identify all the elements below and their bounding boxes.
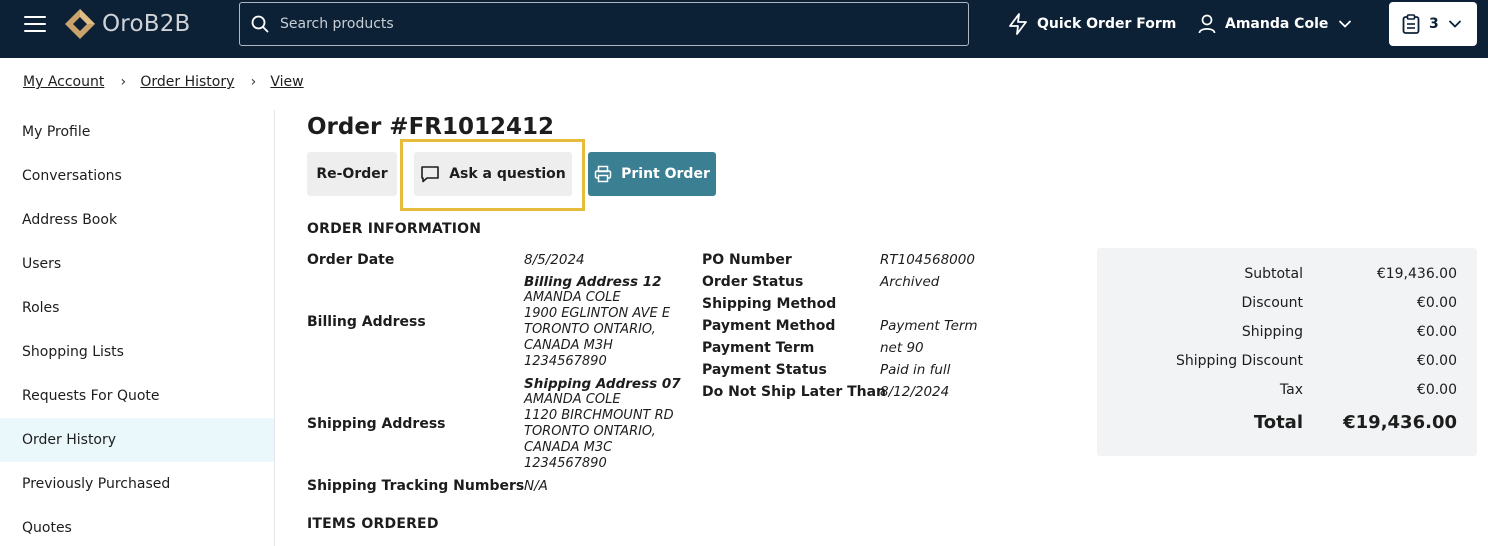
shipping-method-label: Shipping Method: [702, 296, 837, 312]
user-icon: [1198, 14, 1216, 34]
sidebar-item-address-book[interactable]: Address Book: [0, 198, 274, 242]
sidebar-item-quotes[interactable]: Quotes: [0, 506, 274, 546]
payment-term-label: Payment Term: [702, 340, 815, 356]
logo[interactable]: OroB2B: [64, 8, 191, 40]
shipping-address-label: Shipping Address: [307, 416, 446, 432]
clipboard-icon: [1402, 14, 1420, 34]
reorder-label: Re-Order: [316, 166, 388, 182]
order-date-label: Order Date: [307, 252, 395, 268]
sidebar-item-previously-purchased[interactable]: Previously Purchased: [0, 462, 274, 506]
breadcrumb-my-account[interactable]: My Account: [23, 74, 104, 90]
sidebar-item-my-profile[interactable]: My Profile: [0, 110, 274, 154]
search-bar: [239, 2, 969, 46]
print-order-label: Print Order: [621, 166, 710, 182]
user-name: Amanda Cole: [1225, 16, 1329, 32]
shipping-address-line: 1234567890: [524, 456, 607, 471]
sidebar-item-users[interactable]: Users: [0, 242, 274, 286]
total-value: €19,436.00: [1343, 412, 1457, 433]
payment-term-value: net 90: [880, 340, 924, 356]
order-status-label: Order Status: [702, 274, 804, 290]
billing-address-line: 1900 EGLINTON AVE E: [524, 306, 671, 321]
shipping-address-line: AMANDA COLE: [524, 392, 621, 407]
search-icon[interactable]: [251, 15, 269, 33]
top-header: OroB2B Quick Order Form Amanda Cole: [0, 0, 1488, 58]
discount-label: Discount: [1241, 295, 1303, 311]
billing-address-line: 1234567890: [524, 354, 607, 369]
lightning-icon: [1009, 13, 1027, 35]
shipping-address-line: TORONTO ONTARIO,: [524, 424, 656, 439]
order-totals-panel: Subtotal €19,436.00 Discount €0.00 Shipp…: [1097, 248, 1477, 456]
print-order-button[interactable]: Print Order: [588, 152, 716, 196]
subtotal-label: Subtotal: [1244, 266, 1303, 282]
shipping-discount-label: Shipping Discount: [1176, 353, 1303, 369]
payment-status-value: Paid in full: [880, 362, 951, 378]
tracking-numbers-label: Shipping Tracking Numbers: [307, 478, 525, 494]
shipping-cost-label: Shipping: [1241, 324, 1303, 340]
quick-order-link[interactable]: Quick Order Form: [1008, 12, 1176, 36]
printer-icon: [594, 165, 612, 183]
breadcrumb-view[interactable]: View: [270, 74, 303, 90]
items-ordered-heading: ITEMS ORDERED: [307, 516, 439, 532]
billing-address-line: AMANDA COLE: [524, 290, 621, 305]
payment-status-label: Payment Status: [702, 362, 827, 378]
shipping-discount-value: €0.00: [1416, 353, 1457, 369]
tax-label: Tax: [1279, 382, 1303, 398]
tax-value: €0.00: [1416, 382, 1457, 398]
tracking-numbers-value: N/A: [524, 478, 548, 494]
billing-address-line: CANADA M3H: [524, 338, 613, 353]
account-sidebar: My Profile Conversations Address Book Us…: [0, 110, 275, 546]
logo-icon: [65, 9, 95, 39]
reorder-button[interactable]: Re-Order: [307, 152, 397, 196]
search-input[interactable]: [280, 16, 940, 32]
shipping-address-line: CANADA M3C: [524, 440, 613, 455]
cart-count: 3: [1429, 16, 1439, 32]
sidebar-item-order-history[interactable]: Order History: [0, 418, 274, 462]
do-not-ship-later-label: Do Not Ship Later Than: [702, 384, 887, 400]
chat-bubble-icon: [421, 166, 440, 183]
ask-question-button[interactable]: Ask a question: [414, 152, 572, 196]
po-number-label: PO Number: [702, 252, 792, 268]
po-number-value: RT104568000: [880, 252, 975, 268]
breadcrumb-order-history[interactable]: Order History: [140, 74, 234, 90]
ask-question-label: Ask a question: [449, 166, 566, 182]
breadcrumb: My Account › Order History › View: [23, 74, 304, 90]
sidebar-item-requests-for-quote[interactable]: Requests For Quote: [0, 374, 274, 418]
billing-address-line: TORONTO ONTARIO,: [524, 322, 656, 337]
payment-method-value: Payment Term: [880, 318, 978, 334]
billing-address-value: Billing Address 12 AMANDA COLE 1900 EGLI…: [524, 274, 670, 370]
subtotal-value: €19,436.00: [1376, 266, 1457, 282]
billing-address-label: Billing Address: [307, 314, 426, 330]
sidebar-item-roles[interactable]: Roles: [0, 286, 274, 330]
discount-value: €0.00: [1416, 295, 1457, 311]
order-date-value: 8/5/2024: [524, 252, 585, 268]
sidebar-item-conversations[interactable]: Conversations: [0, 154, 274, 198]
shipping-address-value: Shipping Address 07 AMANDA COLE 1120 BIR…: [524, 376, 681, 472]
breadcrumb-separator: ›: [250, 74, 257, 90]
shipping-cost-value: €0.00: [1416, 324, 1457, 340]
shipping-address-line: 1120 BIRCHMOUNT RD: [524, 408, 674, 423]
menu-icon[interactable]: [24, 16, 46, 34]
chevron-down-icon: [1448, 20, 1461, 28]
total-label: Total: [1253, 412, 1303, 433]
order-status-value: Archived: [880, 274, 940, 290]
sidebar-item-shopping-lists[interactable]: Shopping Lists: [0, 330, 274, 374]
user-menu[interactable]: Amanda Cole: [1198, 12, 1352, 36]
logo-text: OroB2B: [102, 11, 191, 37]
chevron-down-icon: [1339, 20, 1352, 28]
page-title: Order #FR1012412: [307, 114, 555, 140]
shipping-address-name: Shipping Address 07: [524, 376, 681, 392]
quick-order-label: Quick Order Form: [1037, 16, 1177, 32]
breadcrumb-separator: ›: [120, 74, 127, 90]
payment-method-label: Payment Method: [702, 318, 836, 334]
do-not-ship-later-value: 8/12/2024: [880, 384, 950, 400]
order-information-heading: ORDER INFORMATION: [307, 221, 482, 237]
cart-button[interactable]: 3: [1389, 2, 1477, 46]
billing-address-name: Billing Address 12: [524, 274, 662, 290]
